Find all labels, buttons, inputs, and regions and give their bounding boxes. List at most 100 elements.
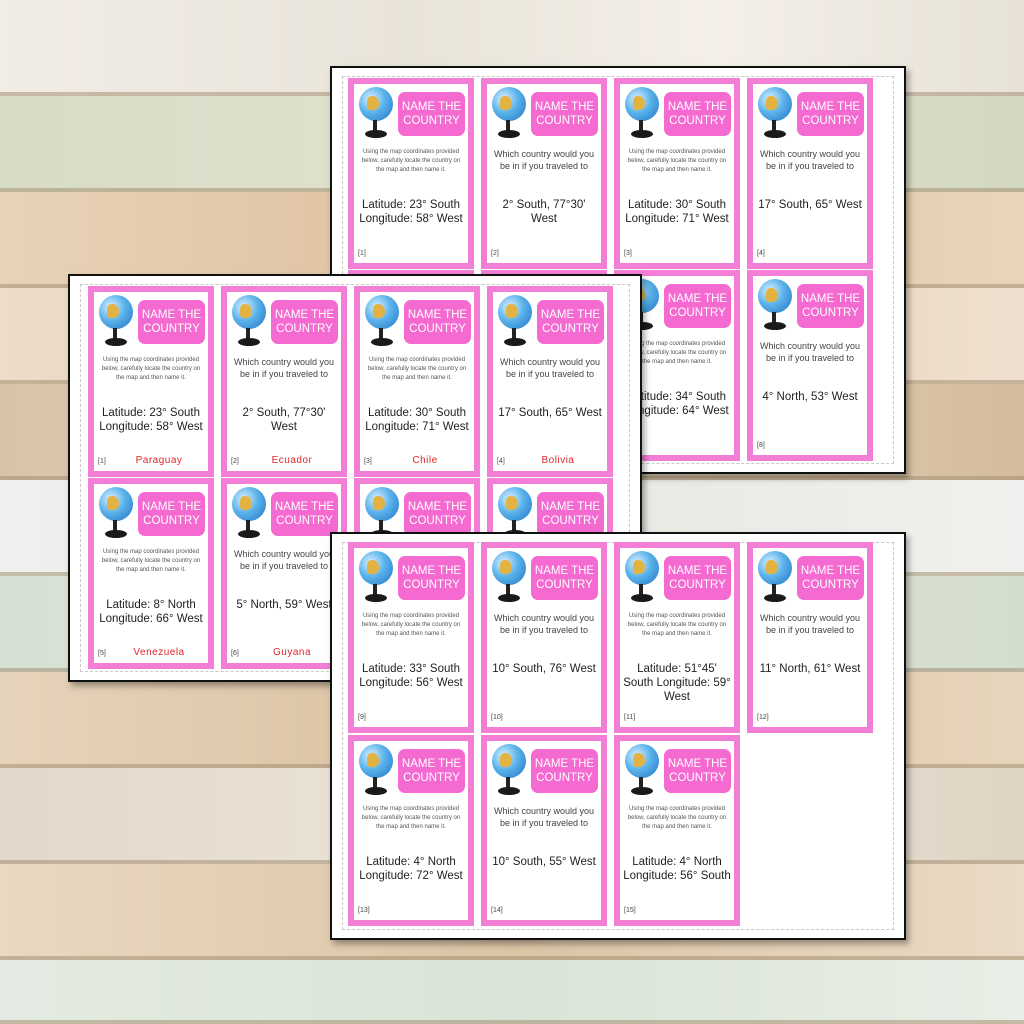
card-coordinates: 2° South, 77°30' West xyxy=(502,199,586,225)
globe-icon xyxy=(97,487,135,539)
card-title-badge: NAME THE COUNTRY xyxy=(664,284,731,328)
worksheet-page-2: NAME THE COUNTRY Using the map coordinate… xyxy=(330,532,906,940)
card-number: [5] xyxy=(98,650,106,657)
globe-icon xyxy=(490,744,528,796)
card-title-badge: NAME THE COUNTRY xyxy=(398,92,465,136)
coordinate-card: NAME THE COUNTRY Which country would you … xyxy=(487,286,613,477)
card-title-badge: NAME THE COUNTRY xyxy=(138,300,205,344)
card-title-badge: NAME THE COUNTRY xyxy=(537,300,604,344)
coordinate-card: NAME THE COUNTRY Which country would you … xyxy=(747,270,873,461)
card-answer: Ecuador xyxy=(271,455,313,466)
globe-icon xyxy=(357,744,395,796)
card-coordinates: Latitude: 8° North Longitude: 66° West xyxy=(99,599,203,625)
card-question: Which country would you be in if you tra… xyxy=(233,549,335,571)
globe-icon xyxy=(230,295,268,347)
card-question: Which country would you be in if you tra… xyxy=(759,341,861,363)
card-title-badge: NAME THE COUNTRY xyxy=(797,556,864,600)
card-coordinates: 2° South, 77°30' West xyxy=(242,407,326,433)
card-answer: Guyana xyxy=(272,647,312,658)
card-question: Which country would you be in if you tra… xyxy=(493,613,595,635)
globe-icon xyxy=(97,295,135,347)
card-question: Which country would you be in if you tra… xyxy=(499,357,601,379)
coordinate-card: NAME THE COUNTRY Using the map coordinate… xyxy=(348,542,474,733)
coordinate-card: NAME THE COUNTRY Which country would you … xyxy=(481,542,607,733)
coordinate-card: NAME THE COUNTRY Using the map coordinate… xyxy=(614,78,740,269)
coordinate-card: NAME THE COUNTRY Using the map coordinate… xyxy=(348,78,474,269)
card-instructions: Using the map coordinates provided below… xyxy=(361,149,461,173)
globe-icon xyxy=(623,551,661,603)
card-title-badge: NAME THE COUNTRY xyxy=(664,92,731,136)
card-number: [15] xyxy=(624,907,636,914)
globe-icon xyxy=(357,551,395,603)
coordinate-card: NAME THE COUNTRY Which country would you … xyxy=(481,78,607,269)
globe-icon xyxy=(623,744,661,796)
card-instructions: Using the map coordinates provided below… xyxy=(367,357,467,381)
card-coordinates: 4° North, 53° West xyxy=(762,391,858,403)
card-title-badge: NAME THE COUNTRY xyxy=(537,492,604,536)
card-number: [10] xyxy=(491,714,503,721)
card-coordinates: Latitude: 4° North Longitude: 72° West xyxy=(359,856,463,882)
globe-icon xyxy=(357,87,395,139)
coordinate-card: NAME THE COUNTRY Which country would you … xyxy=(221,478,347,669)
globe-icon xyxy=(490,87,528,139)
card-title-badge: NAME THE COUNTRY xyxy=(531,92,598,136)
card-answer: Bolivia xyxy=(541,455,575,466)
card-title-badge: NAME THE COUNTRY xyxy=(404,492,471,536)
card-title-badge: NAME THE COUNTRY xyxy=(664,556,731,600)
globe-icon xyxy=(363,295,401,347)
card-answer: Paraguay xyxy=(135,455,183,466)
coordinate-card: NAME THE COUNTRY Using the map coordinate… xyxy=(614,542,740,733)
coordinate-card: NAME THE COUNTRY Which country would you … xyxy=(481,735,607,926)
card-coordinates: Latitude: 30° South Longitude: 71° West xyxy=(365,407,469,433)
card-coordinates: 5° North, 59° West xyxy=(236,599,332,611)
globe-icon xyxy=(230,487,268,539)
card-title-badge: NAME THE COUNTRY xyxy=(398,749,465,793)
card-instructions: Using the map coordinates provided below… xyxy=(627,806,727,830)
card-number: [3] xyxy=(624,250,632,257)
card-title-badge: NAME THE COUNTRY xyxy=(271,300,338,344)
globe-icon xyxy=(756,87,794,139)
card-title-badge: NAME THE COUNTRY xyxy=(398,556,465,600)
card-coordinates: Latitude: 4° North Longitude: 56° South xyxy=(623,856,731,882)
card-question: Which country would you be in if you tra… xyxy=(493,806,595,828)
card-title-badge: NAME THE COUNTRY xyxy=(664,749,731,793)
card-title-badge: NAME THE COUNTRY xyxy=(531,556,598,600)
card-answer: Chile xyxy=(412,455,438,466)
card-number: [1] xyxy=(98,458,106,465)
card-title-badge: NAME THE COUNTRY xyxy=(404,300,471,344)
coordinate-card: NAME THE COUNTRY Which country would you … xyxy=(747,78,873,269)
card-number: [1] xyxy=(358,250,366,257)
coordinate-card: NAME THE COUNTRY Using the map coordinate… xyxy=(614,735,740,926)
card-instructions: Using the map coordinates provided below… xyxy=(361,806,461,830)
coordinate-card: NAME THE COUNTRY Using the map coordinate… xyxy=(354,286,480,477)
card-coordinates: 11° North, 61° West xyxy=(759,663,861,675)
card-instructions: Using the map coordinates provided below… xyxy=(101,357,201,381)
card-answer: Venezuela xyxy=(133,647,185,658)
card-title-badge: NAME THE COUNTRY xyxy=(531,749,598,793)
card-number: [14] xyxy=(491,907,503,914)
card-title-badge: NAME THE COUNTRY xyxy=(797,92,864,136)
card-instructions: Using the map coordinates provided below… xyxy=(361,613,461,637)
card-number: [2] xyxy=(491,250,499,257)
coordinate-card: NAME THE COUNTRY Using the map coordinate… xyxy=(348,735,474,926)
card-instructions: Using the map coordinates provided below… xyxy=(627,613,727,637)
card-title-badge: NAME THE COUNTRY xyxy=(138,492,205,536)
card-coordinates: Latitude: 30° South Longitude: 71° West xyxy=(625,199,729,225)
card-instructions: Using the map coordinates provided below… xyxy=(627,149,727,173)
globe-icon xyxy=(756,279,794,331)
card-coordinates: 17° South, 65° West xyxy=(498,407,602,419)
card-number: [13] xyxy=(358,907,370,914)
card-question: Which country would you be in if you tra… xyxy=(493,149,595,171)
card-question: Which country would you be in if you tra… xyxy=(759,149,861,171)
coordinate-card: NAME THE COUNTRY Using the map coordinate… xyxy=(88,286,214,477)
globe-icon xyxy=(490,551,528,603)
card-number: [2] xyxy=(231,458,239,465)
card-question: Which country would you be in if you tra… xyxy=(759,613,861,635)
globe-icon xyxy=(623,87,661,139)
globe-icon xyxy=(756,551,794,603)
card-number: [4] xyxy=(497,458,505,465)
card-coordinates: Latitude: 51°45' South Longitude: 59° We… xyxy=(623,663,731,703)
card-coordinates: 10° South, 76° West xyxy=(492,663,596,675)
card-number: [11] xyxy=(624,714,636,721)
card-coordinates: Latitude: 23° South Longitude: 58° West xyxy=(359,199,463,225)
